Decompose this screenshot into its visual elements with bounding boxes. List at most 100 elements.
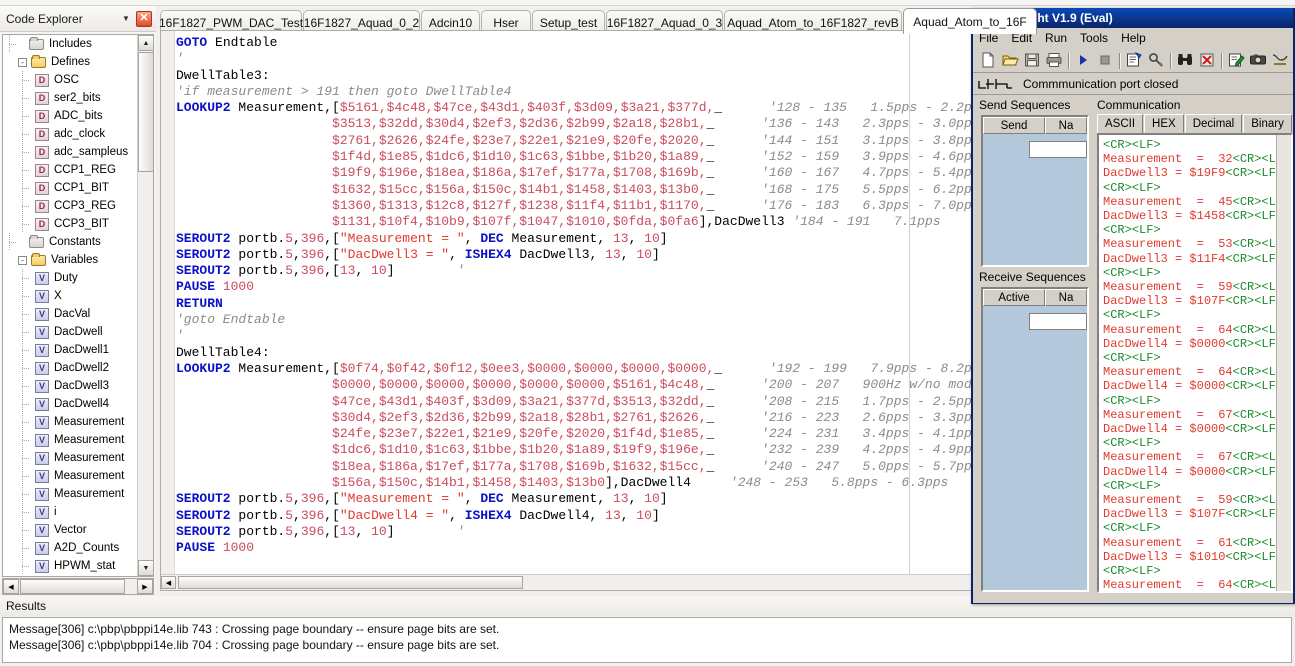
tree-scroll-thumb[interactable] (138, 52, 154, 172)
tree-item[interactable]: VMeasurement (3, 467, 138, 485)
code-token: $1dc6,$1d10,$1c63,$1bbe,$1b20,$1a89,$19f… (332, 442, 706, 457)
tree-scroll-region[interactable]: Includes-DefinesDOSCDser2_bitsDADC_bitsD… (3, 35, 138, 576)
code-token: $5161,$4c48,$47ce,$43d1,$403f,$3d09,$3a2… (340, 100, 714, 115)
tree-item[interactable]: VMeasurement (3, 431, 138, 449)
tree-expander-icon[interactable]: - (18, 256, 27, 265)
tree-item[interactable]: Constants (3, 233, 138, 251)
tree-item[interactable]: VX (3, 287, 138, 305)
tree-item[interactable]: VMeasurement (3, 485, 138, 503)
tree-expander-icon[interactable]: - (18, 58, 27, 67)
tree-item[interactable]: VDacDwell2 (3, 359, 138, 377)
tree-item[interactable]: DCCP3_REG (3, 197, 138, 215)
tree-item[interactable]: DCCP1_BIT (3, 179, 138, 197)
clear-red-x-icon[interactable] (1196, 49, 1218, 71)
tree-item[interactable]: VDacDwell1 (3, 341, 138, 359)
tree-item[interactable]: VDuty (3, 269, 138, 287)
tree-vertical-scrollbar[interactable]: ▲ ▼ (137, 35, 153, 576)
tree-item-label: CCP1_BIT (54, 182, 113, 194)
comm-tab-hex[interactable]: HEX (1144, 114, 1184, 133)
open-folder-icon[interactable] (999, 49, 1021, 71)
scroll-down-arrow-icon[interactable]: ▼ (138, 560, 154, 576)
send-sequences-list[interactable]: Send Na (981, 115, 1089, 267)
result-line[interactable]: Message[306] c:\pbp\pbppi14e.lib 704 : C… (9, 637, 1285, 653)
tree-item[interactable]: VVector (3, 521, 138, 539)
code-token: portb. (238, 263, 285, 278)
tree-item[interactable]: DADC_bits (3, 107, 138, 125)
communication-log-scrollbar[interactable] (1276, 135, 1291, 591)
menu-help[interactable]: Help (1121, 31, 1146, 45)
result-line[interactable]: Message[306] c:\pbp\pbppi14e.lib 743 : C… (9, 621, 1285, 637)
tree-item[interactable]: VHPWM_stat (3, 557, 138, 575)
receive-sequence-empty-cell[interactable] (1029, 313, 1087, 330)
variable-icon: V (35, 344, 49, 357)
docklight-status-text: Commmunication port closed (1023, 77, 1178, 91)
tree-item[interactable]: Dser2_bits (3, 89, 138, 107)
variable-icon: V (35, 398, 49, 411)
comm-tab-ascii[interactable]: ASCII (1097, 114, 1143, 134)
tree-item[interactable]: VA2D_Counts (3, 539, 138, 557)
docklight-window[interactable]: Docklight V1.9 (Eval) FileEditRunToolsHe… (971, 8, 1295, 604)
save-disk-icon[interactable] (1021, 49, 1043, 71)
project-settings-icon[interactable] (1123, 49, 1145, 71)
tree-item[interactable]: VMeasurement (3, 449, 138, 467)
tree-item[interactable]: DCCP1_REG (3, 161, 138, 179)
export-icon[interactable] (1269, 49, 1291, 71)
comm-tab-binary[interactable]: Binary (1243, 114, 1292, 133)
send-column-name[interactable]: Na (1045, 117, 1087, 134)
close-icon[interactable]: ✕ (136, 11, 152, 27)
send-sequence-empty-cell[interactable] (1029, 141, 1087, 158)
comm-log-line: <CR><LF> (1103, 479, 1291, 493)
comm-log-line: DacDwell3 = $107F<CR><LF> (1103, 507, 1291, 521)
communication-tabs[interactable]: ASCIIHEXDecimalBinary (1097, 114, 1293, 134)
edit-note-icon[interactable] (1225, 49, 1247, 71)
find-key-icon[interactable] (1145, 49, 1167, 71)
receive-column-active[interactable]: Active (983, 289, 1045, 306)
menu-tools[interactable]: Tools (1080, 31, 1108, 45)
tree-item-label: X (54, 290, 66, 302)
tree-item[interactable]: DCCP3_BIT (3, 215, 138, 233)
folder-icon (29, 236, 45, 249)
tree-item[interactable]: DOSC (3, 71, 138, 89)
tree-horizontal-scrollbar[interactable]: ◀ ▶ (2, 578, 154, 595)
tree-item[interactable]: Vi (3, 503, 138, 521)
tree-item[interactable]: VMeasurement (3, 413, 138, 431)
tree-item[interactable]: -Defines (3, 53, 138, 71)
scroll-up-arrow-icon[interactable]: ▲ (138, 35, 154, 51)
send-column-send[interactable]: Send (983, 117, 1045, 134)
menu-run[interactable]: Run (1045, 31, 1067, 45)
editor-scroll-left-icon[interactable]: ◀ (161, 576, 176, 589)
tree-item[interactable]: VDacDwell4 (3, 395, 138, 413)
stop-icon[interactable] (1094, 49, 1116, 71)
variable-icon: V (35, 524, 49, 537)
chevron-down-icon[interactable]: ▼ (118, 11, 134, 27)
comm-tab-decimal[interactable]: Decimal (1185, 114, 1243, 133)
tree-item[interactable]: Dadc_sampleus (3, 143, 138, 161)
code-token: _ (707, 149, 762, 164)
tree-item[interactable]: Includes (3, 35, 138, 53)
find-binoculars-icon[interactable] (1174, 49, 1196, 71)
scroll-left-arrow-icon[interactable]: ◀ (3, 579, 19, 594)
code-token: '184 - 191 7.1pps (792, 214, 940, 229)
docklight-toolbar[interactable] (973, 47, 1293, 73)
receive-sequences-list[interactable]: Active Na (981, 287, 1089, 592)
communication-log[interactable]: <CR><LF>Measurement = 32<CR><LF>DacDwell… (1097, 133, 1293, 593)
print-icon[interactable] (1043, 49, 1065, 71)
tree-item[interactable]: -Variables (3, 251, 138, 269)
start-play-icon[interactable] (1072, 49, 1094, 71)
tree-hscroll-thumb[interactable] (20, 579, 125, 594)
code-token: 10 (371, 263, 387, 278)
camera-snapshot-icon[interactable] (1247, 49, 1269, 71)
editor-hscroll-thumb[interactable] (178, 576, 523, 589)
code-explorer-tree[interactable]: Includes-DefinesDOSCDser2_bitsDADC_bitsD… (2, 34, 154, 577)
editor-tab[interactable]: Aquad_Atom_to_16F (903, 8, 1037, 34)
new-file-icon[interactable] (977, 49, 999, 71)
results-list[interactable]: Message[306] c:\pbp\pbppi14e.lib 743 : C… (2, 617, 1292, 663)
tree-item[interactable]: VDacDwell3 (3, 377, 138, 395)
tree-item[interactable]: VDacVal (3, 305, 138, 323)
scroll-right-arrow-icon[interactable]: ▶ (137, 579, 153, 594)
tree-item[interactable]: VDacDwell (3, 323, 138, 341)
tree-item[interactable]: Dadc_clock (3, 125, 138, 143)
code-token: DwellTable4: (176, 345, 270, 360)
code-token: _ (707, 182, 762, 197)
receive-column-name[interactable]: Na (1045, 289, 1087, 306)
